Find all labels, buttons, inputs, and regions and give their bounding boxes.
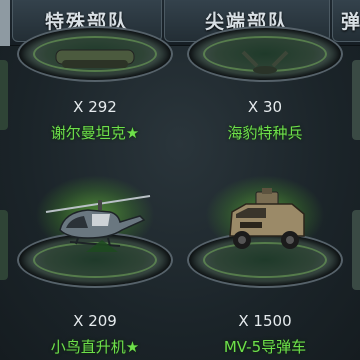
left-edge-card <box>0 210 8 280</box>
tab-missile[interactable]: 弹 <box>332 0 360 42</box>
unit-count: X 1500 <box>238 312 292 330</box>
unit-count: X 30 <box>247 98 283 116</box>
unit-name: 小鸟直升机★ <box>50 338 140 356</box>
unit-name: MV-5导弹车 <box>223 338 307 356</box>
soldier-icon <box>241 50 289 74</box>
tab-left-edge <box>0 0 10 46</box>
unit-name: 海豹特种兵 <box>227 124 303 142</box>
unit-name: 谢尔曼坦克★ <box>50 124 140 142</box>
unit-count: X 209 <box>73 312 117 330</box>
helicopter-icon <box>45 195 151 252</box>
tank-icon <box>55 49 135 68</box>
unit-count: X 292 <box>73 98 117 116</box>
left-edge-card <box>0 60 8 130</box>
right-edge-card <box>352 210 360 290</box>
missile-vehicle-icon <box>229 188 305 249</box>
right-edge-card <box>352 60 360 140</box>
